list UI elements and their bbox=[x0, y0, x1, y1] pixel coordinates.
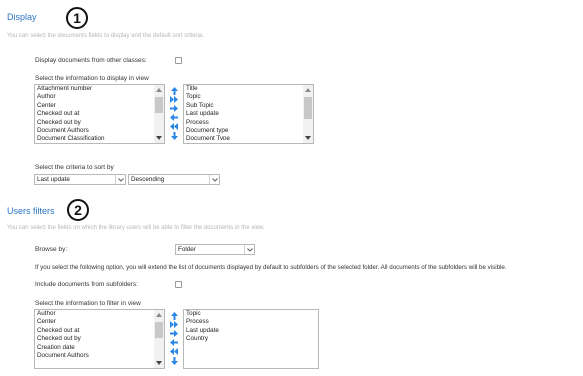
display-selected-fields-list[interactable]: Title Topic Sub Topic Last update Proces… bbox=[183, 84, 314, 144]
sort-field-value: Last update bbox=[37, 176, 70, 183]
sort-criteria-label: Select the criteria to sort by bbox=[35, 164, 114, 171]
list-item[interactable]: Checked out at bbox=[35, 110, 164, 118]
arrow-down-icon[interactable] bbox=[169, 131, 179, 140]
list-item[interactable]: Document type bbox=[184, 127, 313, 135]
list-item[interactable]: Document Type bbox=[184, 135, 313, 140]
display-description: You can select the documents fields to d… bbox=[7, 33, 204, 39]
subfolder-note: If you select the following option, you … bbox=[35, 264, 507, 271]
scroll-down-icon[interactable] bbox=[156, 136, 162, 140]
scroll-down-icon[interactable] bbox=[156, 361, 162, 365]
list-item[interactable]: Last update bbox=[184, 327, 318, 335]
list-item[interactable]: Checked out by bbox=[35, 119, 164, 127]
scroll-up-icon[interactable] bbox=[156, 313, 162, 317]
double-right-icon[interactable] bbox=[169, 320, 179, 329]
list-item[interactable]: Creation date bbox=[35, 344, 164, 352]
include-subfolders-checkbox[interactable] bbox=[175, 281, 182, 288]
filter-selected-fields-list[interactable]: Topic Process Last update Country bbox=[183, 309, 319, 369]
list-item[interactable]: Country bbox=[184, 335, 318, 343]
list-item[interactable]: Last update bbox=[184, 110, 313, 118]
chevron-down-icon[interactable] bbox=[244, 245, 254, 254]
list-item[interactable]: Document Authors bbox=[35, 352, 164, 360]
list-item[interactable]: Center bbox=[35, 102, 164, 110]
scroll-thumb[interactable] bbox=[304, 97, 312, 119]
other-classes-label: Display documents from other classes: bbox=[35, 57, 147, 64]
sort-order-value: Descending bbox=[131, 176, 165, 183]
users-filters-step-badge: 2 bbox=[67, 199, 89, 221]
chevron-down-icon[interactable] bbox=[209, 175, 219, 184]
arrow-left-icon[interactable] bbox=[169, 113, 179, 122]
display-step-badge: 1 bbox=[66, 7, 88, 29]
list-item[interactable]: Sub Topic bbox=[184, 102, 313, 110]
list-item[interactable]: Document Authors bbox=[35, 127, 164, 135]
double-left-icon[interactable] bbox=[169, 122, 179, 131]
browse-by-value: Folder bbox=[178, 246, 196, 253]
other-classes-checkbox[interactable] bbox=[175, 57, 182, 64]
browse-by-label: Browse by: bbox=[35, 246, 68, 253]
chevron-down-icon[interactable] bbox=[115, 175, 125, 184]
filter-transfer-buttons bbox=[169, 311, 179, 365]
arrow-left-icon[interactable] bbox=[169, 338, 179, 347]
include-subfolders-label: Include documents from subfolders: bbox=[35, 281, 138, 288]
list-item[interactable]: Document Classification bbox=[35, 135, 164, 140]
list-item[interactable]: Topic bbox=[184, 93, 313, 101]
display-available-scrollbar[interactable] bbox=[154, 85, 164, 143]
list-item[interactable]: Title bbox=[184, 85, 313, 93]
filter-available-scrollbar[interactable] bbox=[154, 310, 164, 368]
scroll-down-icon[interactable] bbox=[305, 136, 311, 140]
list-item[interactable]: Topic bbox=[184, 310, 318, 318]
display-available-fields-list[interactable]: Attachment number Author Center Checked … bbox=[34, 84, 165, 144]
arrow-down-icon[interactable] bbox=[169, 356, 179, 365]
display-available-items: Attachment number Author Center Checked … bbox=[35, 85, 164, 140]
sort-order-select[interactable]: Descending bbox=[128, 174, 220, 185]
arrow-up-icon[interactable] bbox=[169, 311, 179, 320]
list-item[interactable]: Center bbox=[35, 318, 164, 326]
browse-by-select[interactable]: Folder bbox=[175, 244, 255, 255]
scroll-thumb[interactable] bbox=[155, 322, 163, 338]
scroll-up-icon[interactable] bbox=[305, 88, 311, 92]
arrow-up-icon[interactable] bbox=[169, 86, 179, 95]
scroll-up-icon[interactable] bbox=[156, 88, 162, 92]
arrow-right-icon[interactable] bbox=[169, 329, 179, 338]
filter-info-label: Select the information to filter in view bbox=[35, 300, 141, 307]
display-section-title: Display bbox=[7, 12, 37, 22]
list-item[interactable]: Checked out by bbox=[35, 335, 164, 343]
double-right-icon[interactable] bbox=[169, 95, 179, 104]
filter-available-items: Author Center Checked out at Checked out… bbox=[35, 310, 164, 360]
users-filters-description: You can select the fields on which the l… bbox=[7, 225, 265, 231]
scroll-thumb[interactable] bbox=[155, 97, 163, 113]
display-transfer-buttons bbox=[169, 86, 179, 140]
sort-field-select[interactable]: Last update bbox=[34, 174, 126, 185]
list-item[interactable]: Process bbox=[184, 119, 313, 127]
list-item[interactable]: Author bbox=[35, 310, 164, 318]
list-item[interactable]: Checked out at bbox=[35, 327, 164, 335]
display-selected-items: Title Topic Sub Topic Last update Proces… bbox=[184, 85, 313, 140]
list-item[interactable]: Process bbox=[184, 318, 318, 326]
display-info-label: Select the information to display in vie… bbox=[35, 75, 149, 82]
arrow-right-icon[interactable] bbox=[169, 104, 179, 113]
users-filters-section-title: Users filters bbox=[7, 206, 55, 216]
filter-selected-items: Topic Process Last update Country bbox=[184, 310, 318, 344]
list-item[interactable]: Attachment number bbox=[35, 85, 164, 93]
double-left-icon[interactable] bbox=[169, 347, 179, 356]
list-item[interactable]: Author bbox=[35, 93, 164, 101]
filter-available-fields-list[interactable]: Author Center Checked out at Checked out… bbox=[34, 309, 165, 369]
display-selected-scrollbar[interactable] bbox=[303, 85, 313, 143]
